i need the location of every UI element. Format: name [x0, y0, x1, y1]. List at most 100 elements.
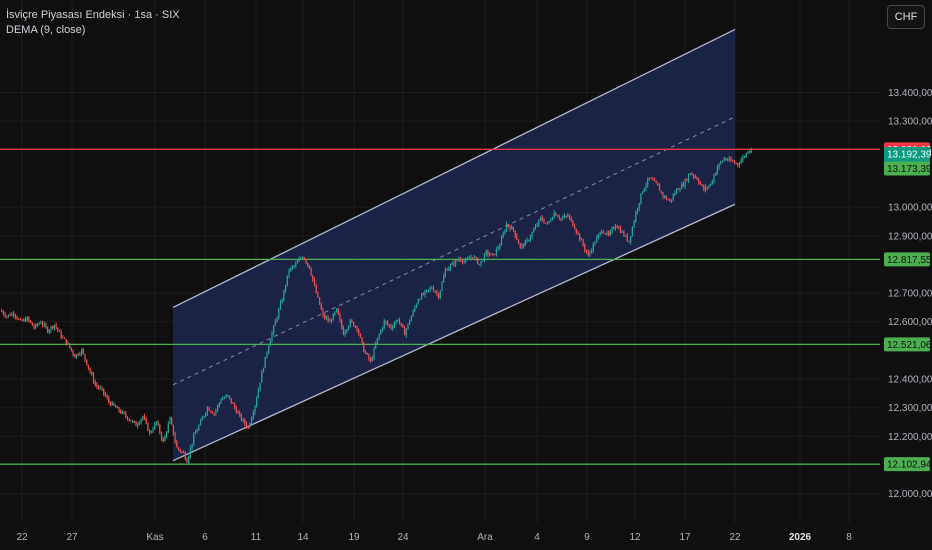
candle-body	[4, 314, 6, 317]
candle-body	[193, 434, 195, 444]
candle-body	[725, 158, 727, 160]
candle-body	[140, 419, 142, 423]
candle-body	[414, 307, 416, 311]
chart-legend: İsviçre Piyasası Endeksi · 1sa · SIX DEM…	[6, 8, 180, 38]
candle-body	[123, 411, 125, 414]
candle-body	[585, 249, 588, 253]
candle-body	[266, 352, 268, 357]
candle-body	[116, 407, 118, 409]
candle-body	[67, 343, 69, 345]
candle-body	[524, 241, 526, 246]
candle-body	[274, 321, 276, 326]
candle-body	[575, 228, 577, 233]
candle-body	[516, 235, 518, 240]
candle-body	[120, 411, 122, 414]
candle-body	[412, 310, 414, 317]
candle-body	[65, 339, 67, 345]
candle-body	[494, 254, 496, 256]
candle-body	[455, 260, 457, 265]
candle-body	[676, 189, 678, 194]
candle-body	[186, 459, 188, 463]
candle-body	[154, 423, 156, 430]
candle-body	[711, 181, 713, 184]
candle-body	[1, 310, 3, 312]
price-tick-label: 12.300,00	[888, 403, 932, 414]
candle-body	[681, 184, 683, 189]
candle-body	[417, 299, 419, 305]
candle-body	[558, 216, 560, 219]
candle-body	[41, 322, 44, 325]
candle-body	[592, 243, 594, 251]
price-tick-label: 12.000,00	[888, 489, 932, 500]
candle-body	[691, 173, 693, 175]
candle-body	[409, 321, 411, 324]
candle-body	[239, 412, 241, 415]
candle-body	[64, 337, 66, 340]
candle-body	[660, 191, 662, 193]
candle-body	[470, 257, 472, 259]
candle-body	[166, 432, 168, 436]
candle-body	[609, 231, 611, 235]
candle-body	[261, 371, 263, 383]
candle-body	[30, 320, 32, 323]
indicator-label[interactable]: DEMA (9, close)	[6, 23, 180, 38]
candle-body	[52, 326, 54, 329]
candle-body	[648, 177, 650, 180]
candle-body	[375, 343, 377, 349]
candle-body	[517, 239, 520, 244]
candle-body	[320, 304, 322, 310]
candle-body	[228, 395, 231, 399]
candle-body	[463, 260, 465, 263]
candle-body	[747, 152, 749, 154]
candle-body	[599, 231, 601, 235]
candle-body	[521, 244, 523, 247]
candle-body	[623, 231, 625, 237]
candle-body	[259, 382, 261, 390]
candle-body	[387, 322, 389, 325]
candle-body	[652, 178, 654, 181]
candle-body	[361, 337, 363, 343]
candle-body	[443, 276, 445, 283]
price-chart[interactable]: 12.000,00 12.200,00 12.300,00 12.400,00 12.6…	[0, 0, 932, 550]
candle-body	[733, 161, 735, 163]
candle-body	[351, 320, 353, 323]
candle-body	[631, 227, 633, 237]
candle-body	[534, 226, 537, 230]
candle-body	[657, 182, 659, 186]
candle-body	[750, 148, 752, 151]
candle-body	[672, 194, 674, 200]
currency-button[interactable]: CHF	[887, 5, 925, 29]
candle-body	[497, 247, 499, 250]
candle-body	[451, 262, 453, 265]
candle-body	[125, 413, 127, 417]
candle-body	[500, 237, 503, 246]
candle-body	[50, 326, 52, 331]
candle-body	[206, 407, 208, 414]
candle-body	[7, 314, 10, 317]
candle-body	[81, 349, 83, 354]
candle-body	[727, 159, 729, 161]
candle-body	[133, 421, 135, 423]
candle-body	[533, 229, 535, 233]
candle-body	[28, 317, 30, 321]
candle-body	[635, 212, 637, 222]
candle-body	[149, 430, 151, 433]
candle-body	[650, 177, 652, 179]
time-tick-label: 4	[534, 532, 540, 543]
candle-body	[9, 314, 11, 316]
price-tick-label: 13.300,00	[888, 117, 932, 128]
candle-body	[640, 193, 642, 204]
candle-body	[545, 222, 547, 224]
candle-body	[415, 304, 418, 308]
candle-body	[98, 386, 100, 388]
candle-body	[659, 185, 661, 192]
candle-body	[169, 417, 171, 424]
candle-body	[201, 417, 203, 421]
candle-body	[376, 337, 378, 344]
candle-body	[296, 261, 299, 264]
time-tick-label: 11	[251, 532, 262, 543]
candle-body	[514, 230, 516, 236]
candle-body	[560, 218, 562, 220]
candle-body	[130, 420, 132, 422]
candle-body	[523, 244, 525, 246]
